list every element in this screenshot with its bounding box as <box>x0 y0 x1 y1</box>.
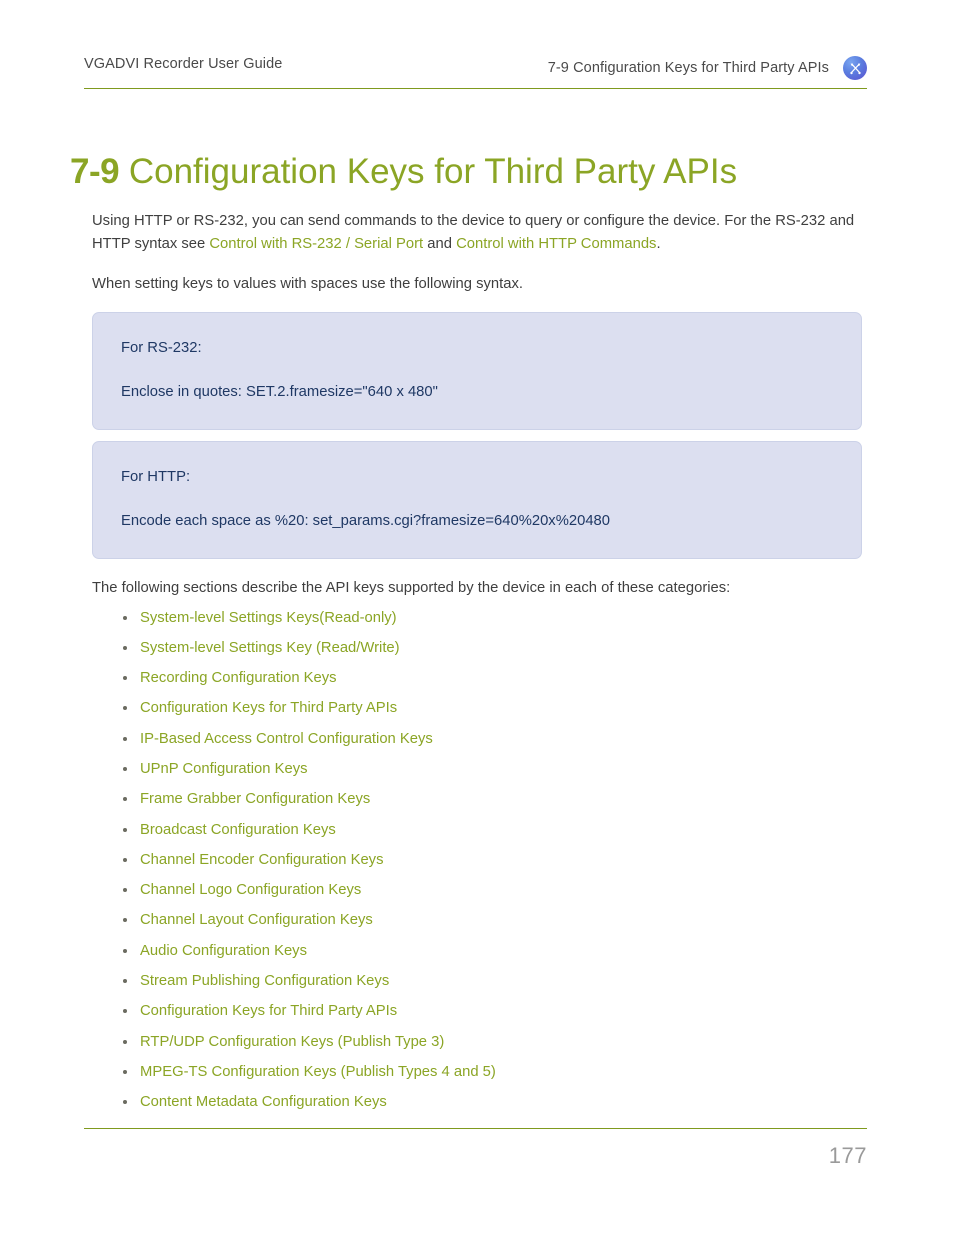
link-ip-based-access-control-configuration-keys[interactable]: IP-Based Access Control Configuration Ke… <box>140 731 433 747</box>
footer-divider <box>84 1128 867 1129</box>
page-content: Using HTTP or RS-232, you can send comma… <box>92 210 862 1124</box>
link-audio-configuration-keys[interactable]: Audio Configuration Keys <box>140 943 307 959</box>
api-key-section-list: System-level Settings Keys(Read-only) Sy… <box>92 609 862 1112</box>
header-document-title: VGADVI Recorder User Guide <box>84 56 283 72</box>
link-system-level-settings-key-read-write[interactable]: System-level Settings Key (Read/Write) <box>140 640 400 656</box>
list-item[interactable]: Stream Publishing Configuration Keys <box>92 972 862 990</box>
link-rtp-udp-configuration-keys[interactable]: RTP/UDP Configuration Keys (Publish Type… <box>140 1034 444 1050</box>
link-channel-encoder-configuration-keys[interactable]: Channel Encoder Configuration Keys <box>140 852 383 868</box>
list-item[interactable]: Configuration Keys for Third Party APIs <box>92 699 862 717</box>
page-header: VGADVI Recorder User Guide 7-9 Configura… <box>84 56 867 88</box>
bullet-icon <box>123 888 127 893</box>
list-item[interactable]: IP-Based Access Control Configuration Ke… <box>92 730 862 748</box>
bullet-icon <box>123 1100 127 1105</box>
list-item[interactable]: System-level Settings Key (Read/Write) <box>92 639 862 657</box>
bullet-icon <box>123 766 127 771</box>
list-item[interactable]: Channel Logo Configuration Keys <box>92 881 862 899</box>
tools-icon <box>843 56 867 80</box>
callout-rs232: For RS-232: Enclose in quotes: SET.2.fra… <box>92 311 862 430</box>
list-item[interactable]: RTP/UDP Configuration Keys (Publish Type… <box>92 1033 862 1051</box>
list-item[interactable]: MPEG-TS Configuration Keys (Publish Type… <box>92 1063 862 1081</box>
list-item[interactable]: Broadcast Configuration Keys <box>92 821 862 839</box>
bullet-icon <box>123 1069 127 1074</box>
bullet-icon <box>123 948 127 953</box>
header-right-group: 7-9 Configuration Keys for Third Party A… <box>548 56 867 80</box>
bullet-icon <box>123 1009 127 1014</box>
bullet-icon <box>123 857 127 862</box>
link-configuration-keys-third-party-apis-2[interactable]: Configuration Keys for Third Party APIs <box>140 1003 397 1019</box>
list-intro-paragraph: The following sections describe the API … <box>92 579 731 596</box>
intro-text-part3: . <box>656 235 661 252</box>
list-item[interactable]: Recording Configuration Keys <box>92 669 862 687</box>
page-title: 7-9 Configuration Keys for Third Party A… <box>70 150 737 194</box>
list-item[interactable]: Configuration Keys for Third Party APIs <box>92 1002 862 1020</box>
intro-text-part2: and <box>423 235 457 252</box>
callout-http-heading: For HTTP: <box>121 468 191 485</box>
page-number: 177 <box>828 1143 867 1168</box>
link-stream-publishing-configuration-keys[interactable]: Stream Publishing Configuration Keys <box>140 973 389 989</box>
callout-rs232-detail: Enclose in quotes: SET.2.framesize="640 … <box>121 383 438 400</box>
header-section-title: 7-9 Configuration Keys for Third Party A… <box>547 60 829 76</box>
list-item[interactable]: Content Metadata Configuration Keys <box>92 1093 862 1111</box>
link-recording-configuration-keys[interactable]: Recording Configuration Keys <box>140 670 337 686</box>
page-title-text: Configuration Keys for Third Party APIs <box>128 152 738 192</box>
link-broadcast-configuration-keys[interactable]: Broadcast Configuration Keys <box>140 822 336 838</box>
bullet-icon <box>123 797 127 802</box>
bullet-icon <box>123 645 127 650</box>
intro-paragraph: Using HTTP or RS-232, you can send comma… <box>92 210 862 255</box>
link-upnp-configuration-keys[interactable]: UPnP Configuration Keys <box>140 761 308 777</box>
list-item[interactable]: UPnP Configuration Keys <box>92 760 862 778</box>
header-divider <box>84 88 867 89</box>
bullet-icon <box>123 736 127 741</box>
link-control-rs232-serial-port[interactable]: Control with RS-232 / Serial Port <box>209 236 423 252</box>
bullet-icon <box>123 706 127 711</box>
link-control-http-commands[interactable]: Control with HTTP Commands <box>456 236 656 252</box>
list-item[interactable]: Channel Layout Configuration Keys <box>92 911 862 929</box>
list-item[interactable]: Channel Encoder Configuration Keys <box>92 851 862 869</box>
bullet-icon <box>123 979 127 984</box>
link-channel-logo-configuration-keys[interactable]: Channel Logo Configuration Keys <box>140 882 361 898</box>
callout-http: For HTTP: Encode each space as %20: set_… <box>92 440 862 559</box>
bullet-icon <box>123 615 127 620</box>
list-item[interactable]: Frame Grabber Configuration Keys <box>92 790 862 808</box>
callout-http-detail: Encode each space as %20: set_params.cgi… <box>121 512 611 529</box>
link-content-metadata-configuration-keys[interactable]: Content Metadata Configuration Keys <box>140 1094 387 1110</box>
syntax-note-paragraph: When setting keys to values with spaces … <box>92 276 523 292</box>
link-configuration-keys-third-party-apis[interactable]: Configuration Keys for Third Party APIs <box>140 700 397 716</box>
bullet-icon <box>123 827 127 832</box>
link-system-level-settings-keys-read-only[interactable]: System-level Settings Keys(Read-only) <box>140 610 397 626</box>
callout-rs232-heading: For RS-232: <box>121 339 202 356</box>
bullet-icon <box>123 1039 127 1044</box>
bullet-icon <box>123 676 127 681</box>
page-title-number: 7-9 <box>70 152 120 192</box>
document-page: VGADVI Recorder User Guide 7-9 Configura… <box>0 0 954 1235</box>
link-mpeg-ts-configuration-keys[interactable]: MPEG-TS Configuration Keys (Publish Type… <box>140 1064 496 1080</box>
link-channel-layout-configuration-keys[interactable]: Channel Layout Configuration Keys <box>140 912 373 928</box>
link-frame-grabber-configuration-keys[interactable]: Frame Grabber Configuration Keys <box>140 791 370 807</box>
list-item[interactable]: System-level Settings Keys(Read-only) <box>92 609 862 627</box>
list-item[interactable]: Audio Configuration Keys <box>92 942 862 960</box>
bullet-icon <box>123 918 127 923</box>
